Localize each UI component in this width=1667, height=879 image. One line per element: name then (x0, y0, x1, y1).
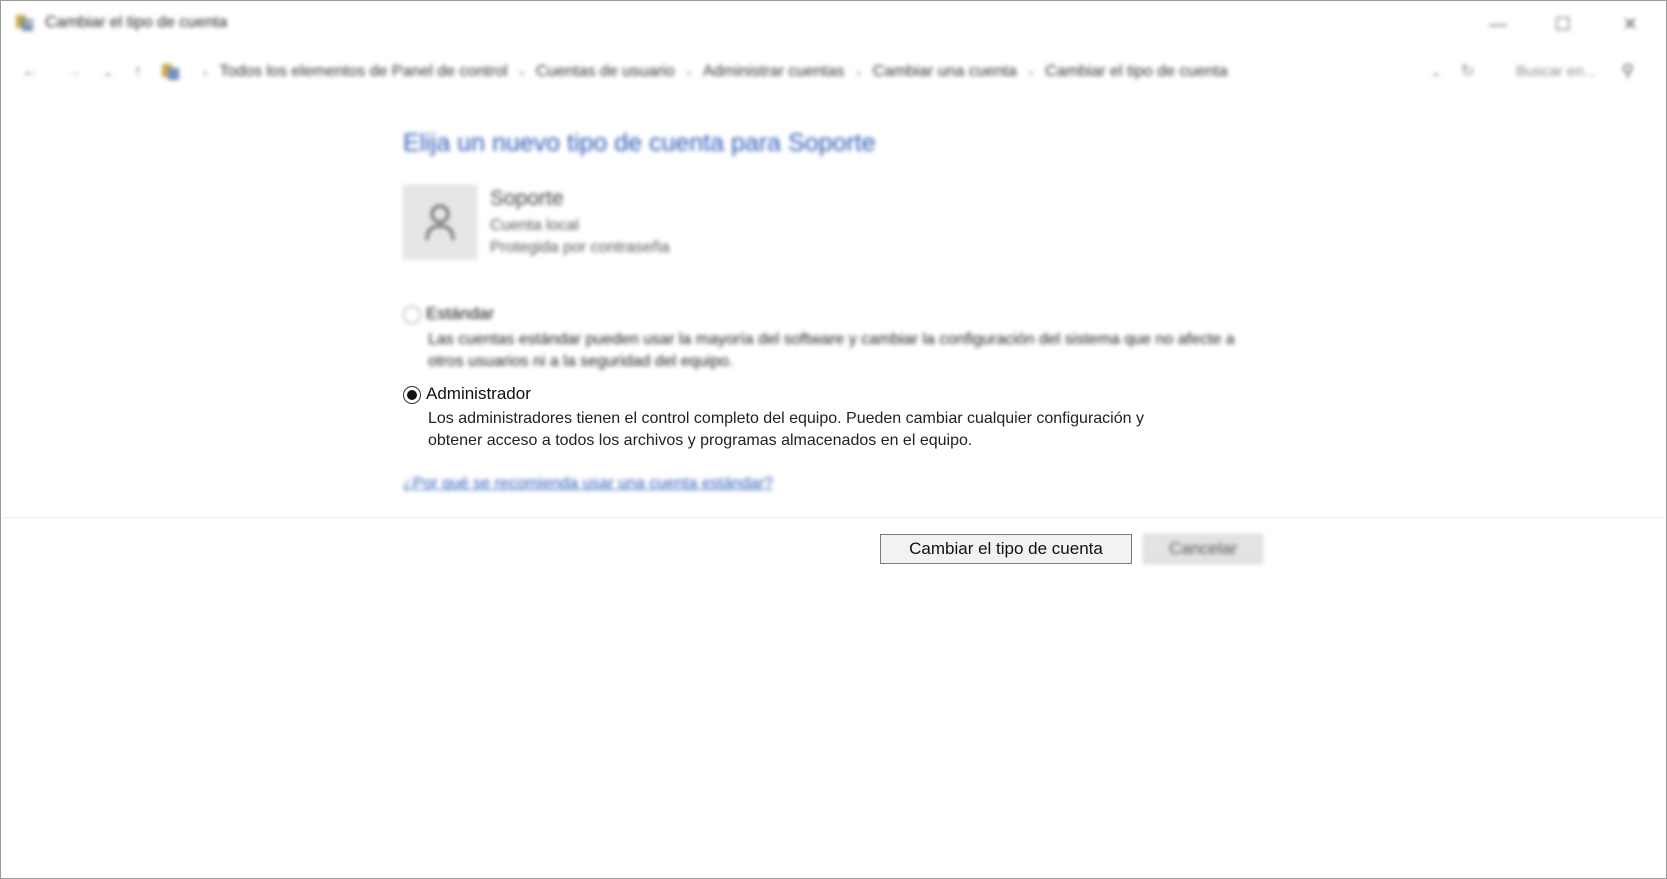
administrator-label[interactable]: Administrador (426, 384, 531, 404)
user-icon (425, 204, 455, 241)
breadcrumb-chevron-icon: › (203, 64, 208, 80)
change-account-type-button[interactable]: Cambiar el tipo de cuenta (880, 534, 1132, 564)
cancel-button[interactable]: Cancelar (1143, 534, 1263, 564)
search-icon[interactable]: ⚲ (1622, 61, 1634, 81)
recent-locations-chevron-icon[interactable]: ⌄ (97, 61, 119, 83)
minimize-icon[interactable]: — (1466, 1, 1530, 47)
up-arrow-icon[interactable]: ↑ (127, 61, 149, 83)
search-input[interactable]: Buscar en... ⚲ (1506, 57, 1646, 87)
breadcrumb-item[interactable]: Todos los elementos de Panel de control (219, 63, 507, 81)
control-panel-icon (16, 15, 33, 31)
divider (3, 517, 1664, 518)
breadcrumb[interactable]: › Todos los elementos de Panel de contro… (161, 57, 1446, 87)
close-icon[interactable]: ✕ (1598, 1, 1662, 47)
standard-label[interactable]: Estándar (426, 304, 494, 324)
control-panel-icon (162, 64, 179, 80)
refresh-icon[interactable]: ↻ (1461, 61, 1474, 81)
page-title: Elija un nuevo tipo de cuenta para Sopor… (403, 129, 876, 157)
back-arrow-icon[interactable]: ← (19, 61, 41, 83)
forward-arrow-icon[interactable]: → (63, 61, 85, 83)
administrator-radio[interactable] (403, 386, 421, 404)
breadcrumb-chevron-icon: › (1028, 64, 1034, 80)
breadcrumb-chevron-icon: › (686, 64, 691, 80)
breadcrumb-item[interactable]: Administrar cuentas (703, 63, 844, 81)
breadcrumb-item[interactable]: Cuentas de usuario (536, 63, 675, 81)
why-standard-account-link[interactable]: ¿Por qué se recomienda usar una cuenta e… (403, 475, 773, 493)
standard-description: Las cuentas estándar pueden usar la mayo… (428, 331, 1235, 370)
account-name: Soporte (490, 187, 564, 210)
address-bar-row: ← → ⌄ ↑ › Todos los elementos de Panel d… (1, 51, 1666, 93)
window-title: Cambiar el tipo de cuenta (45, 14, 228, 31)
title-bar: Cambiar el tipo de cuenta — ☐ ✕ (1, 1, 1666, 47)
breadcrumb-chevron-icon: › (519, 64, 524, 80)
account-type: Cuenta local (490, 217, 579, 234)
breadcrumb-item-current[interactable]: Cambiar el tipo de cuenta (1045, 63, 1227, 81)
window: Cambiar el tipo de cuenta — ☐ ✕ ← → ⌄ ↑ … (0, 0, 1667, 879)
address-dropdown-icon[interactable]: ⌄ (1431, 65, 1441, 79)
avatar (403, 185, 477, 259)
standard-radio[interactable] (403, 306, 421, 324)
search-placeholder: Buscar en... (1516, 63, 1597, 80)
administrator-description: Los administradores tienen el control co… (428, 408, 1248, 452)
account-protection: Protegida por contraseña (490, 239, 670, 256)
breadcrumb-item[interactable]: Cambiar una cuenta (873, 63, 1017, 81)
administrator-description-line-2: obtener acceso a todos los archivos y pr… (428, 432, 973, 449)
administrator-description-line-1: Los administradores tienen el control co… (428, 410, 1144, 427)
maximize-icon[interactable]: ☐ (1531, 1, 1595, 47)
breadcrumb-chevron-icon: › (856, 64, 861, 80)
